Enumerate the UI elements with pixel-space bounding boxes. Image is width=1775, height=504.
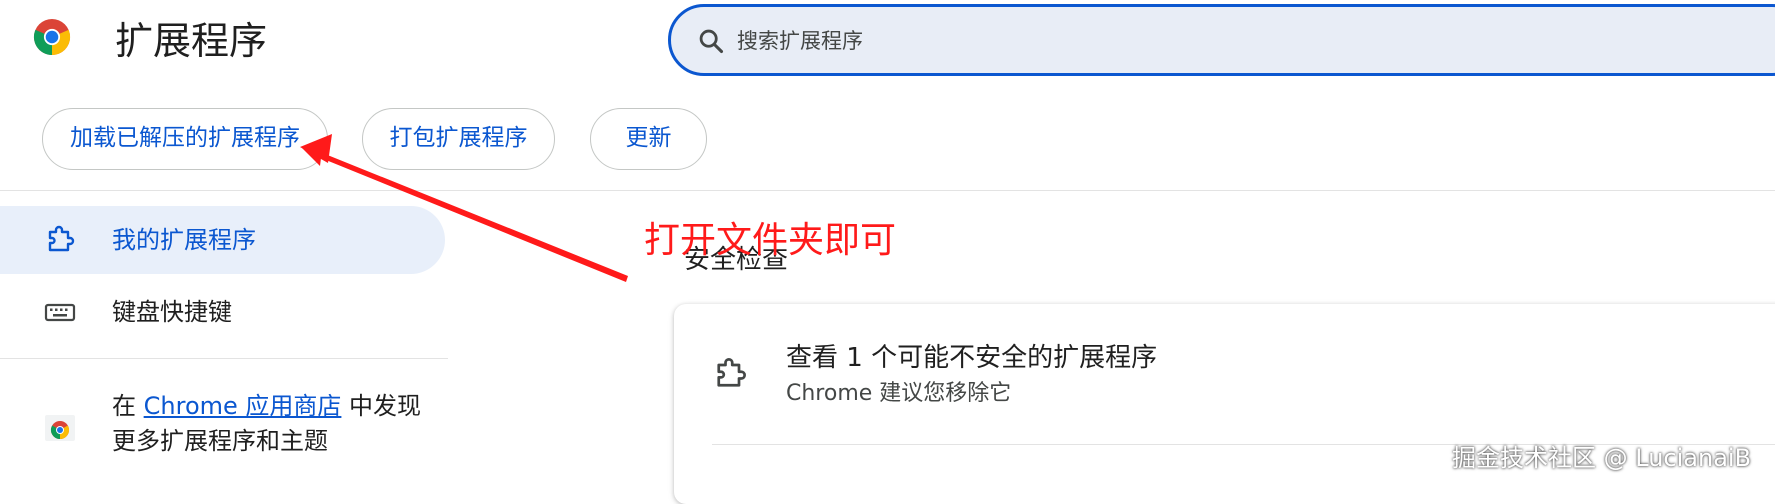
safety-card-subtitle: Chrome 建议您移除它 [786, 381, 1012, 406]
puzzle-icon [717, 358, 746, 387]
sidebar-divider [0, 358, 448, 359]
sidebar-item-keyboard-shortcuts[interactable]: 键盘快捷键 [0, 278, 445, 346]
sidebar-item-label: 键盘快捷键 [112, 298, 232, 326]
webstore-prefix: 在 [112, 392, 144, 420]
load-unpacked-button[interactable]: 加载已解压的扩展程序 [42, 108, 328, 170]
chrome-logo-icon [33, 18, 71, 56]
sidebar-item-my-extensions[interactable]: 我的扩展程序 [0, 206, 445, 274]
search-icon [699, 29, 724, 54]
chrome-webstore-icon[interactable] [44, 411, 76, 443]
update-button[interactable]: 更新 [590, 108, 707, 170]
webstore-link[interactable]: Chrome 应用商店 [144, 392, 342, 420]
keyboard-icon [44, 303, 76, 322]
puzzle-icon [48, 225, 75, 252]
webstore-line2: 更多扩展程序和主题 [112, 427, 328, 455]
search-input[interactable] [735, 21, 1339, 61]
header-divider [0, 190, 1775, 191]
search-box[interactable] [668, 4, 1775, 76]
webstore-suffix: 中发现 [341, 392, 422, 420]
page-title: 扩展程序 [115, 19, 268, 63]
watermark: 掘金技术社区 @ LucianaiB [1452, 444, 1752, 472]
sidebar-item-label: 我的扩展程序 [112, 226, 256, 254]
safety-card-title: 查看 1 个可能不安全的扩展程序 [786, 343, 1158, 373]
pack-extension-button[interactable]: 打包扩展程序 [362, 108, 555, 170]
webstore-promo: 在 Chrome 应用商店 中发现 更多扩展程序和主题 [112, 389, 421, 459]
annotation-text: 打开文件夹即可 [644, 220, 897, 261]
